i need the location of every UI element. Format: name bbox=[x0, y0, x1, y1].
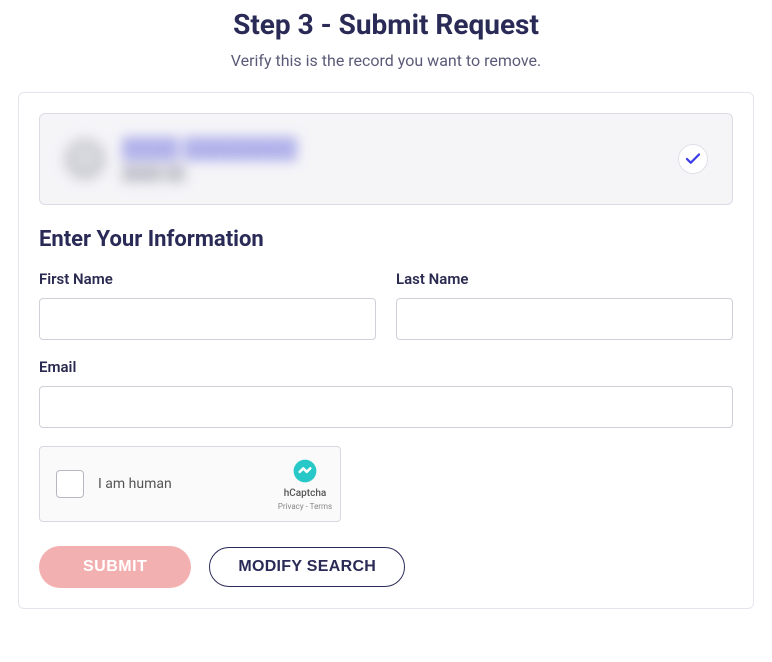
modify-search-button[interactable]: MODIFY SEARCH bbox=[209, 547, 405, 587]
hcaptcha-logo-icon bbox=[291, 457, 319, 485]
last-name-label: Last Name bbox=[396, 270, 733, 288]
page-title: Step 3 - Submit Request bbox=[0, 8, 772, 41]
email-group: Email bbox=[39, 358, 733, 428]
last-name-group: Last Name bbox=[396, 270, 733, 340]
email-label: Email bbox=[39, 358, 733, 376]
captcha-widget: I am human hCaptcha Privacy - Terms bbox=[39, 446, 341, 522]
form-card: ████ ████████ ████ ██ Enter Your Informa… bbox=[18, 92, 754, 609]
record-preview: ████ ████████ ████ ██ bbox=[39, 113, 733, 205]
first-name-label: First Name bbox=[39, 270, 376, 288]
hcaptcha-links[interactable]: Privacy - Terms bbox=[278, 502, 332, 511]
captcha-checkbox[interactable] bbox=[56, 470, 84, 498]
record-subtext: ████ ██ bbox=[122, 165, 297, 182]
record-name: ████ ████████ bbox=[122, 136, 297, 161]
first-name-input[interactable] bbox=[39, 298, 376, 340]
hcaptcha-brand-label: hCaptcha bbox=[284, 488, 327, 499]
record-blurred-content: ████ ████████ ████ ██ bbox=[64, 136, 297, 182]
avatar-icon bbox=[64, 138, 106, 180]
email-input[interactable] bbox=[39, 386, 733, 428]
record-selected-check-icon bbox=[678, 144, 708, 174]
captcha-brand-area: hCaptcha Privacy - Terms bbox=[270, 447, 340, 521]
submit-button[interactable]: SUBMIT bbox=[39, 546, 191, 588]
section-heading: Enter Your Information bbox=[39, 227, 733, 252]
page-subtitle: Verify this is the record you want to re… bbox=[0, 51, 772, 70]
last-name-input[interactable] bbox=[396, 298, 733, 340]
button-row: SUBMIT MODIFY SEARCH bbox=[39, 546, 733, 588]
first-name-group: First Name bbox=[39, 270, 376, 340]
captcha-main: I am human bbox=[40, 447, 270, 521]
captcha-text: I am human bbox=[98, 476, 172, 492]
record-text: ████ ████████ ████ ██ bbox=[122, 136, 297, 182]
